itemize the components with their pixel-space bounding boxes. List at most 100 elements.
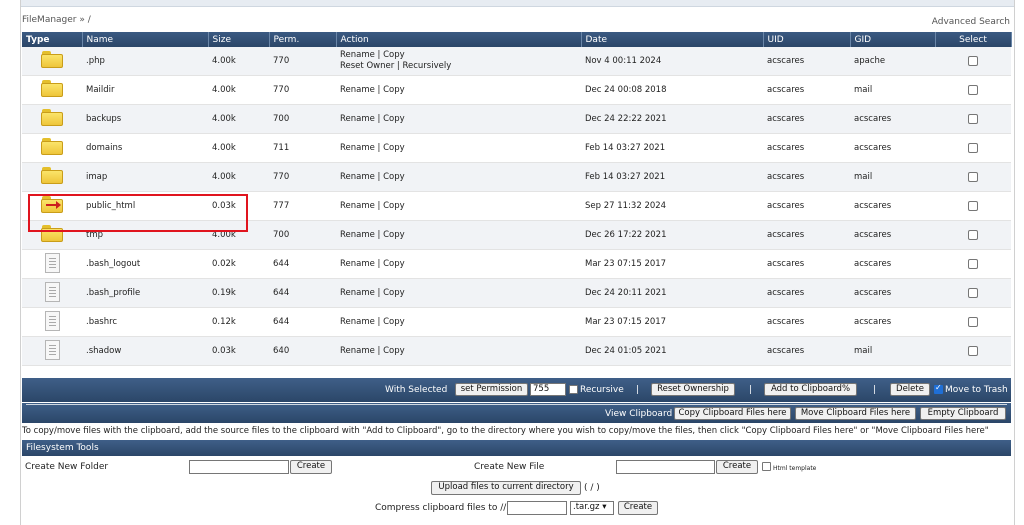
compress-format-select[interactable]: .tar.gz ▾ xyxy=(570,501,614,515)
col-uid[interactable]: UID xyxy=(763,32,851,47)
select-checkbox[interactable] xyxy=(968,142,978,153)
move-to-trash-checkbox[interactable] xyxy=(934,383,943,394)
type-cell xyxy=(22,47,82,76)
set-permission-button[interactable]: set Permission xyxy=(455,383,528,396)
select-checkbox[interactable] xyxy=(968,84,978,95)
perm-link[interactable]: 644 xyxy=(269,278,336,308)
rename-copy-links[interactable]: Rename | Copy xyxy=(340,201,577,212)
delete-button[interactable]: Delete xyxy=(890,383,930,396)
perm-link[interactable]: 711 xyxy=(269,133,336,163)
table-row: imap 4.00k 770 Rename | Copy Feb 14 03:27 20… xyxy=(22,162,1011,192)
type-cell xyxy=(22,133,82,163)
col-gid[interactable]: GID xyxy=(850,32,936,47)
file-name-link[interactable]: domains xyxy=(82,133,208,163)
size-cell: 0.03k xyxy=(208,336,269,366)
rename-copy-links[interactable]: Rename | Copy xyxy=(340,85,577,96)
select-checkbox[interactable] xyxy=(968,287,978,298)
perm-link[interactable]: 770 xyxy=(269,47,336,76)
compress-label: Compress clipboard files to // xyxy=(375,503,507,513)
perm-link[interactable]: 700 xyxy=(269,104,336,134)
file-name-link[interactable]: .bash_logout xyxy=(82,249,208,279)
new-folder-input[interactable] xyxy=(189,460,289,474)
perm-link[interactable]: 770 xyxy=(269,162,336,192)
file-icon[interactable] xyxy=(44,339,60,360)
view-clipboard-link[interactable]: View Clipboard xyxy=(605,409,672,419)
advanced-search-link[interactable]: Advanced Search xyxy=(932,17,1010,27)
folder-icon[interactable] xyxy=(41,138,63,155)
col-date[interactable]: Date xyxy=(581,32,764,47)
file-name-link[interactable]: backups xyxy=(82,104,208,134)
rename-copy-links[interactable]: Rename | Copy xyxy=(340,346,577,357)
col-perm[interactable]: Perm. xyxy=(269,32,337,47)
uid-cell: acscares xyxy=(763,47,850,76)
file-name-link[interactable]: .bash_profile xyxy=(82,278,208,308)
file-name-link[interactable]: Maildir xyxy=(82,75,208,105)
select-checkbox[interactable] xyxy=(968,171,978,182)
col-size[interactable]: Size xyxy=(208,32,270,47)
uid-cell: acscares xyxy=(763,104,850,134)
rename-copy-links[interactable]: Rename | Copy xyxy=(340,230,577,241)
folder-icon[interactable] xyxy=(41,109,63,126)
file-name-link[interactable]: .shadow xyxy=(82,336,208,366)
rename-copy-links[interactable]: Rename | Copy xyxy=(340,317,577,328)
perm-link[interactable]: 777 xyxy=(269,191,336,221)
rename-copy-links[interactable]: Rename | Copy xyxy=(340,259,577,270)
file-icon[interactable] xyxy=(44,252,60,273)
date-cell: Dec 24 22:22 2021 xyxy=(581,104,763,134)
action-cell: Rename | Copy xyxy=(336,75,581,105)
col-name[interactable]: Name xyxy=(82,32,209,47)
file-name-link[interactable]: .bashrc xyxy=(82,307,208,337)
create-file-button[interactable]: Create xyxy=(716,460,758,474)
action-cell: Rename | Copy xyxy=(336,307,581,337)
add-to-clipboard-button[interactable]: Add to Clipboard% xyxy=(764,383,857,396)
select-checkbox[interactable] xyxy=(968,113,978,124)
select-checkbox[interactable] xyxy=(968,229,978,240)
file-name-link[interactable]: imap xyxy=(82,162,208,192)
perm-link[interactable]: 644 xyxy=(269,249,336,279)
folder-icon[interactable] xyxy=(41,51,63,68)
compress-create-button[interactable]: Create xyxy=(618,501,658,515)
compress-format-value: .tar.gz xyxy=(573,502,600,512)
permission-input[interactable]: 755 xyxy=(530,383,566,396)
select-checkbox[interactable] xyxy=(968,316,978,327)
rename-copy-links[interactable]: Rename | Copy xyxy=(340,172,577,183)
new-file-input[interactable] xyxy=(616,460,715,474)
html-template-label: Html template xyxy=(773,465,817,472)
date-cell: Feb 14 03:27 2021 xyxy=(581,162,763,192)
uid-cell: acscares xyxy=(763,162,850,192)
col-type[interactable]: Type xyxy=(22,32,83,47)
select-checkbox[interactable] xyxy=(968,258,978,269)
uid-cell: acscares xyxy=(763,191,850,221)
move-clipboard-files-button[interactable]: Move Clipboard Files here xyxy=(795,407,916,420)
perm-link[interactable]: 644 xyxy=(269,307,336,337)
select-checkbox[interactable] xyxy=(968,345,978,356)
breadcrumb[interactable]: FileManager » / xyxy=(22,15,91,25)
folder-icon[interactable] xyxy=(41,167,63,184)
file-name-link[interactable]: .php xyxy=(82,47,208,76)
rename-copy-links[interactable]: Rename | Copy xyxy=(340,288,577,299)
copy-clipboard-files-button[interactable]: Copy Clipboard Files here xyxy=(674,407,791,420)
rename-copy-links[interactable]: Rename | Copy xyxy=(340,143,577,154)
select-checkbox[interactable] xyxy=(968,200,978,211)
perm-link[interactable]: 770 xyxy=(269,75,336,105)
perm-link[interactable]: 640 xyxy=(269,336,336,366)
compress-filename-input[interactable] xyxy=(507,501,567,515)
rename-copy-links[interactable]: Rename | Copy xyxy=(340,114,577,125)
empty-clipboard-button[interactable]: Empty Clipboard xyxy=(920,407,1006,420)
gid-cell: mail xyxy=(850,75,935,105)
recursive-checkbox[interactable] xyxy=(569,385,578,394)
reset-owner-links[interactable]: Reset Owner | Recursively xyxy=(340,61,577,72)
reset-ownership-button[interactable]: Reset Ownership xyxy=(651,383,735,396)
upload-files-button[interactable]: Upload files to current directory xyxy=(431,481,581,495)
type-cell xyxy=(22,104,82,134)
perm-link[interactable]: 700 xyxy=(269,220,336,250)
create-folder-button[interactable]: Create xyxy=(290,460,332,474)
html-template-checkbox[interactable] xyxy=(762,462,771,471)
folder-icon[interactable] xyxy=(41,80,63,97)
file-icon[interactable] xyxy=(44,281,60,302)
select-cell xyxy=(935,162,1011,192)
rename-copy-links[interactable]: Rename | Copy xyxy=(340,50,577,61)
filesystem-tools-header: Filesystem Tools xyxy=(22,440,1011,456)
select-checkbox[interactable] xyxy=(968,55,978,66)
file-icon[interactable] xyxy=(44,310,60,331)
